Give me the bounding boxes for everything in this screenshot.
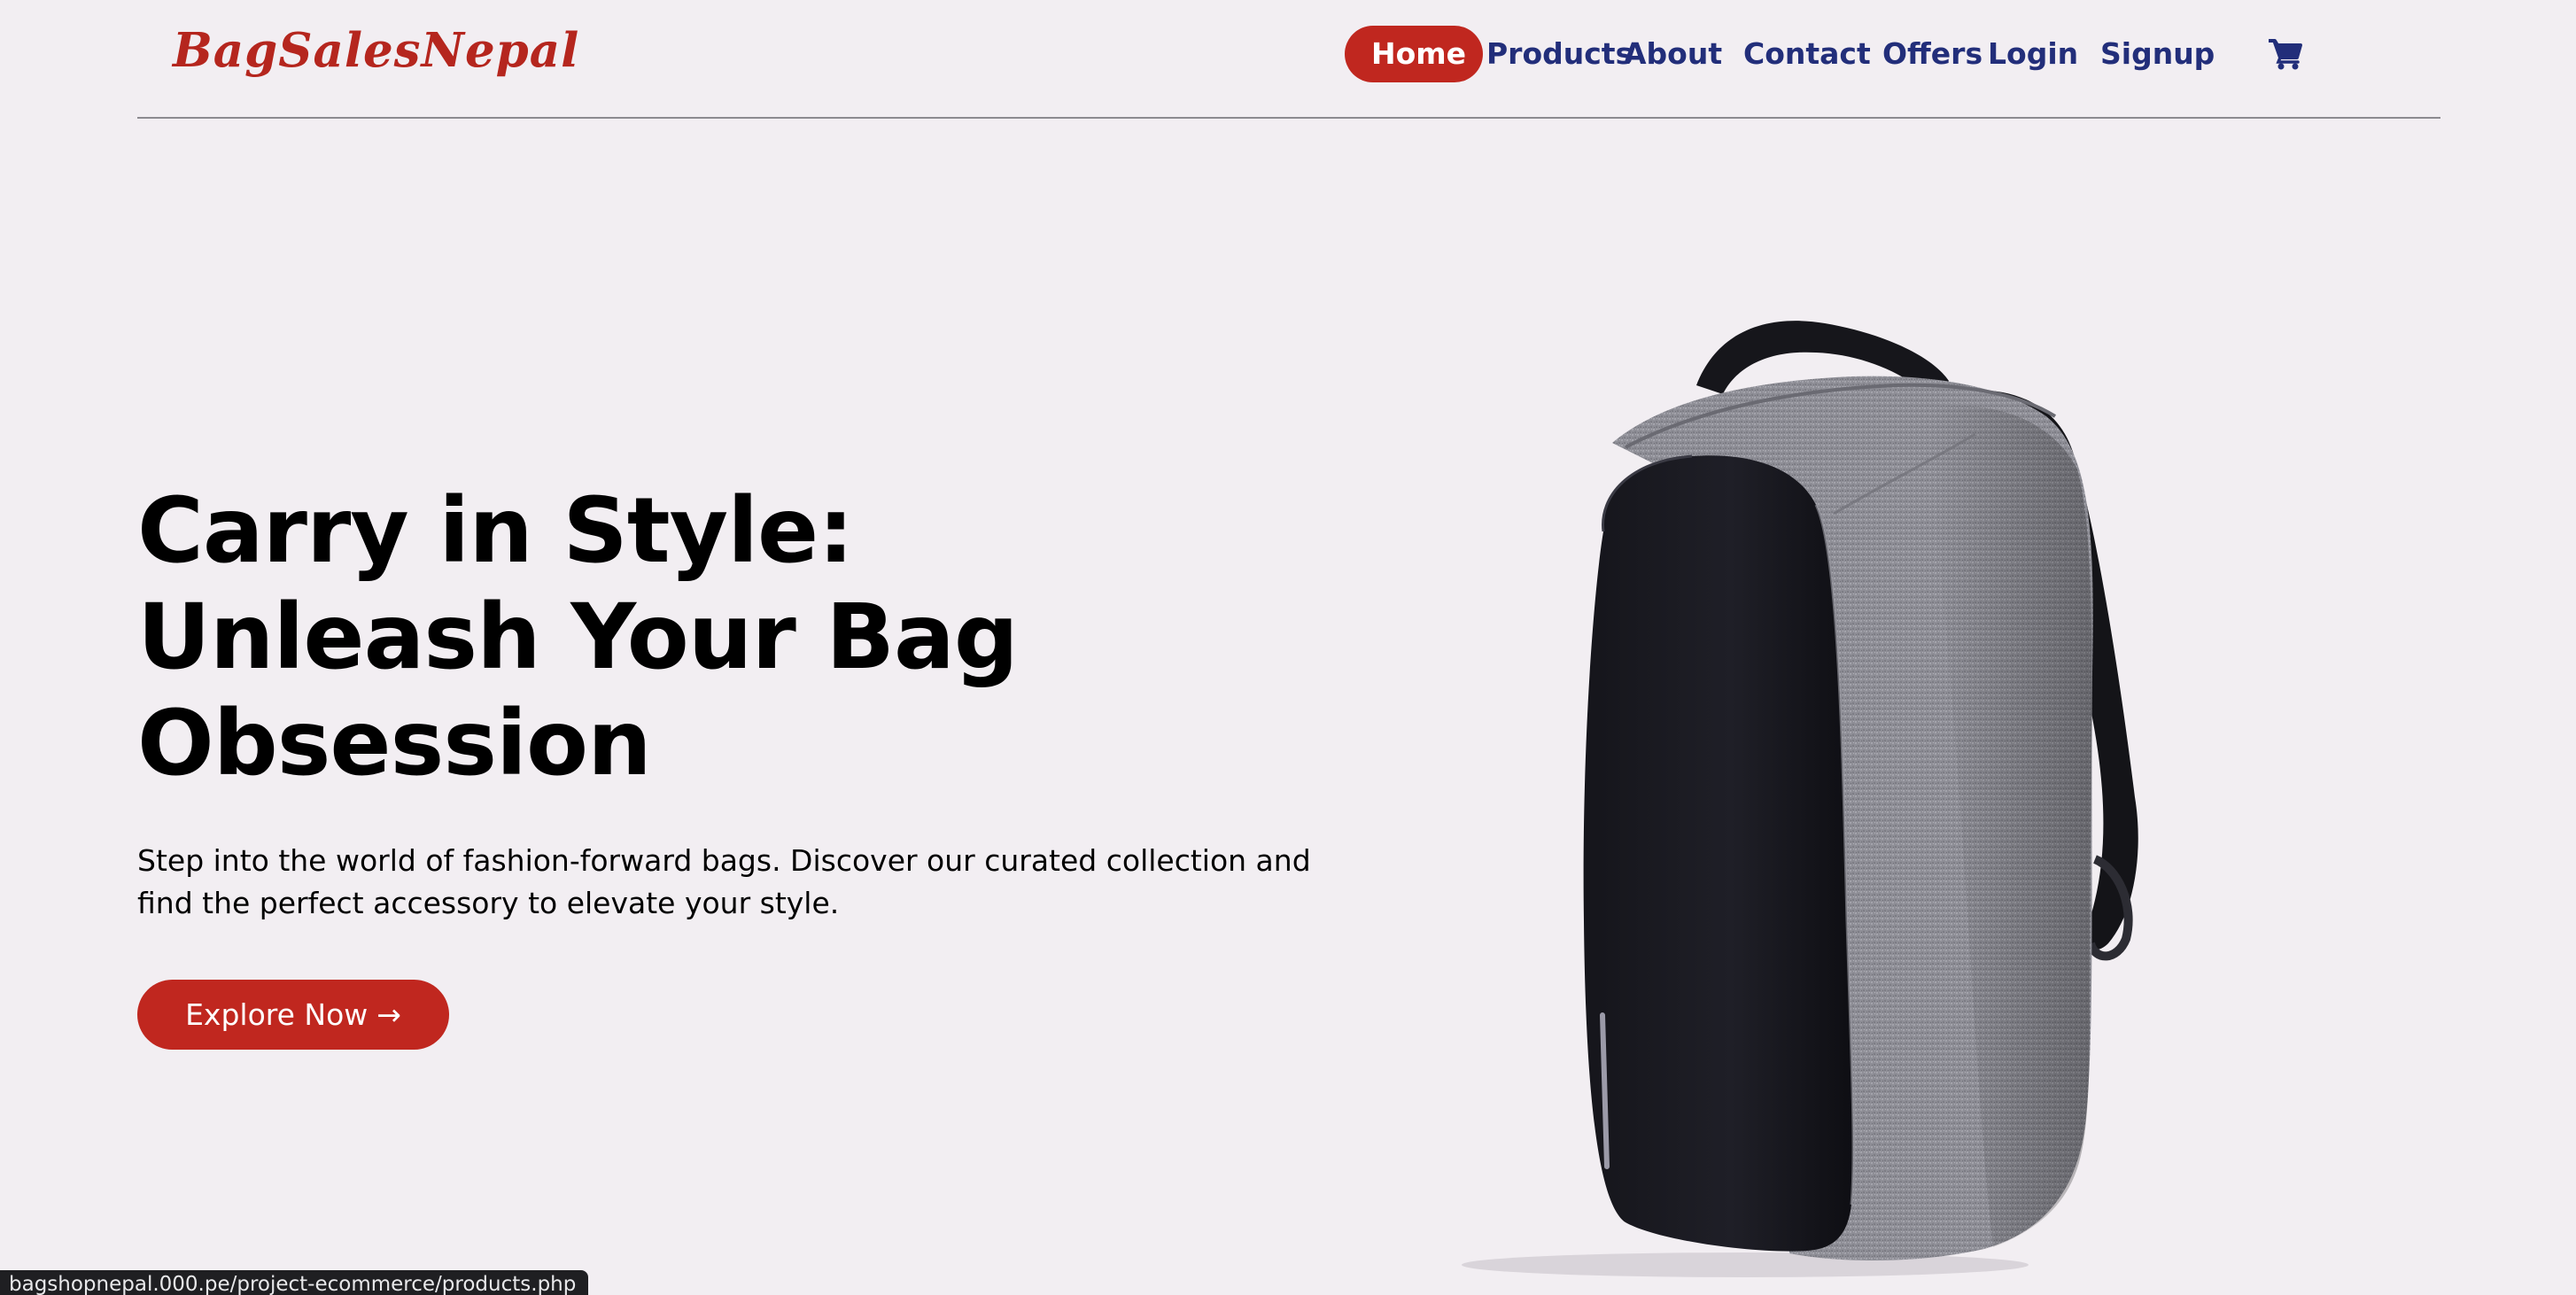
nav-contact[interactable]: Contact bbox=[1743, 26, 1871, 82]
hero-subtitle: Step into the world of fashion-forward b… bbox=[137, 840, 1315, 925]
hero-title-line-2: Unleash Your Bag bbox=[137, 585, 1019, 690]
arrow-right-icon: → bbox=[376, 997, 401, 1032]
nav-products[interactable]: Products bbox=[1486, 26, 1633, 82]
hero-title-line-3: Obsession bbox=[137, 691, 652, 796]
hero-title: Carry in Style: Unleash Your Bag Obsessi… bbox=[137, 478, 1289, 797]
hero-title-line-1: Carry in Style: bbox=[137, 478, 854, 584]
nav-login[interactable]: Login bbox=[1988, 26, 2078, 82]
nav-offers[interactable]: Offers bbox=[1882, 26, 1982, 82]
nav-signup[interactable]: Signup bbox=[2100, 26, 2215, 82]
shopping-cart-icon[interactable] bbox=[2268, 38, 2302, 70]
nav-about[interactable]: About bbox=[1624, 26, 1722, 82]
nav-home[interactable]: Home bbox=[1345, 26, 1483, 82]
site-header: BagSalesNepal Home Products About Contac… bbox=[137, 0, 2440, 119]
explore-now-label: Explore Now bbox=[185, 997, 369, 1032]
status-bar-url: bagshopnepal.000.pe/project-ecommerce/pr… bbox=[0, 1270, 589, 1295]
hero-subtitle-line-2: find the perfect accessory to elevate yo… bbox=[137, 886, 840, 920]
backpack-image bbox=[1462, 321, 2138, 1277]
site-logo[interactable]: BagSalesNepal bbox=[173, 23, 579, 78]
page: BagSalesNepal Home Products About Contac… bbox=[0, 0, 2576, 1295]
hero-subtitle-line-1: Step into the world of fashion-forward b… bbox=[137, 843, 1311, 878]
explore-now-button[interactable]: Explore Now → bbox=[137, 980, 449, 1050]
